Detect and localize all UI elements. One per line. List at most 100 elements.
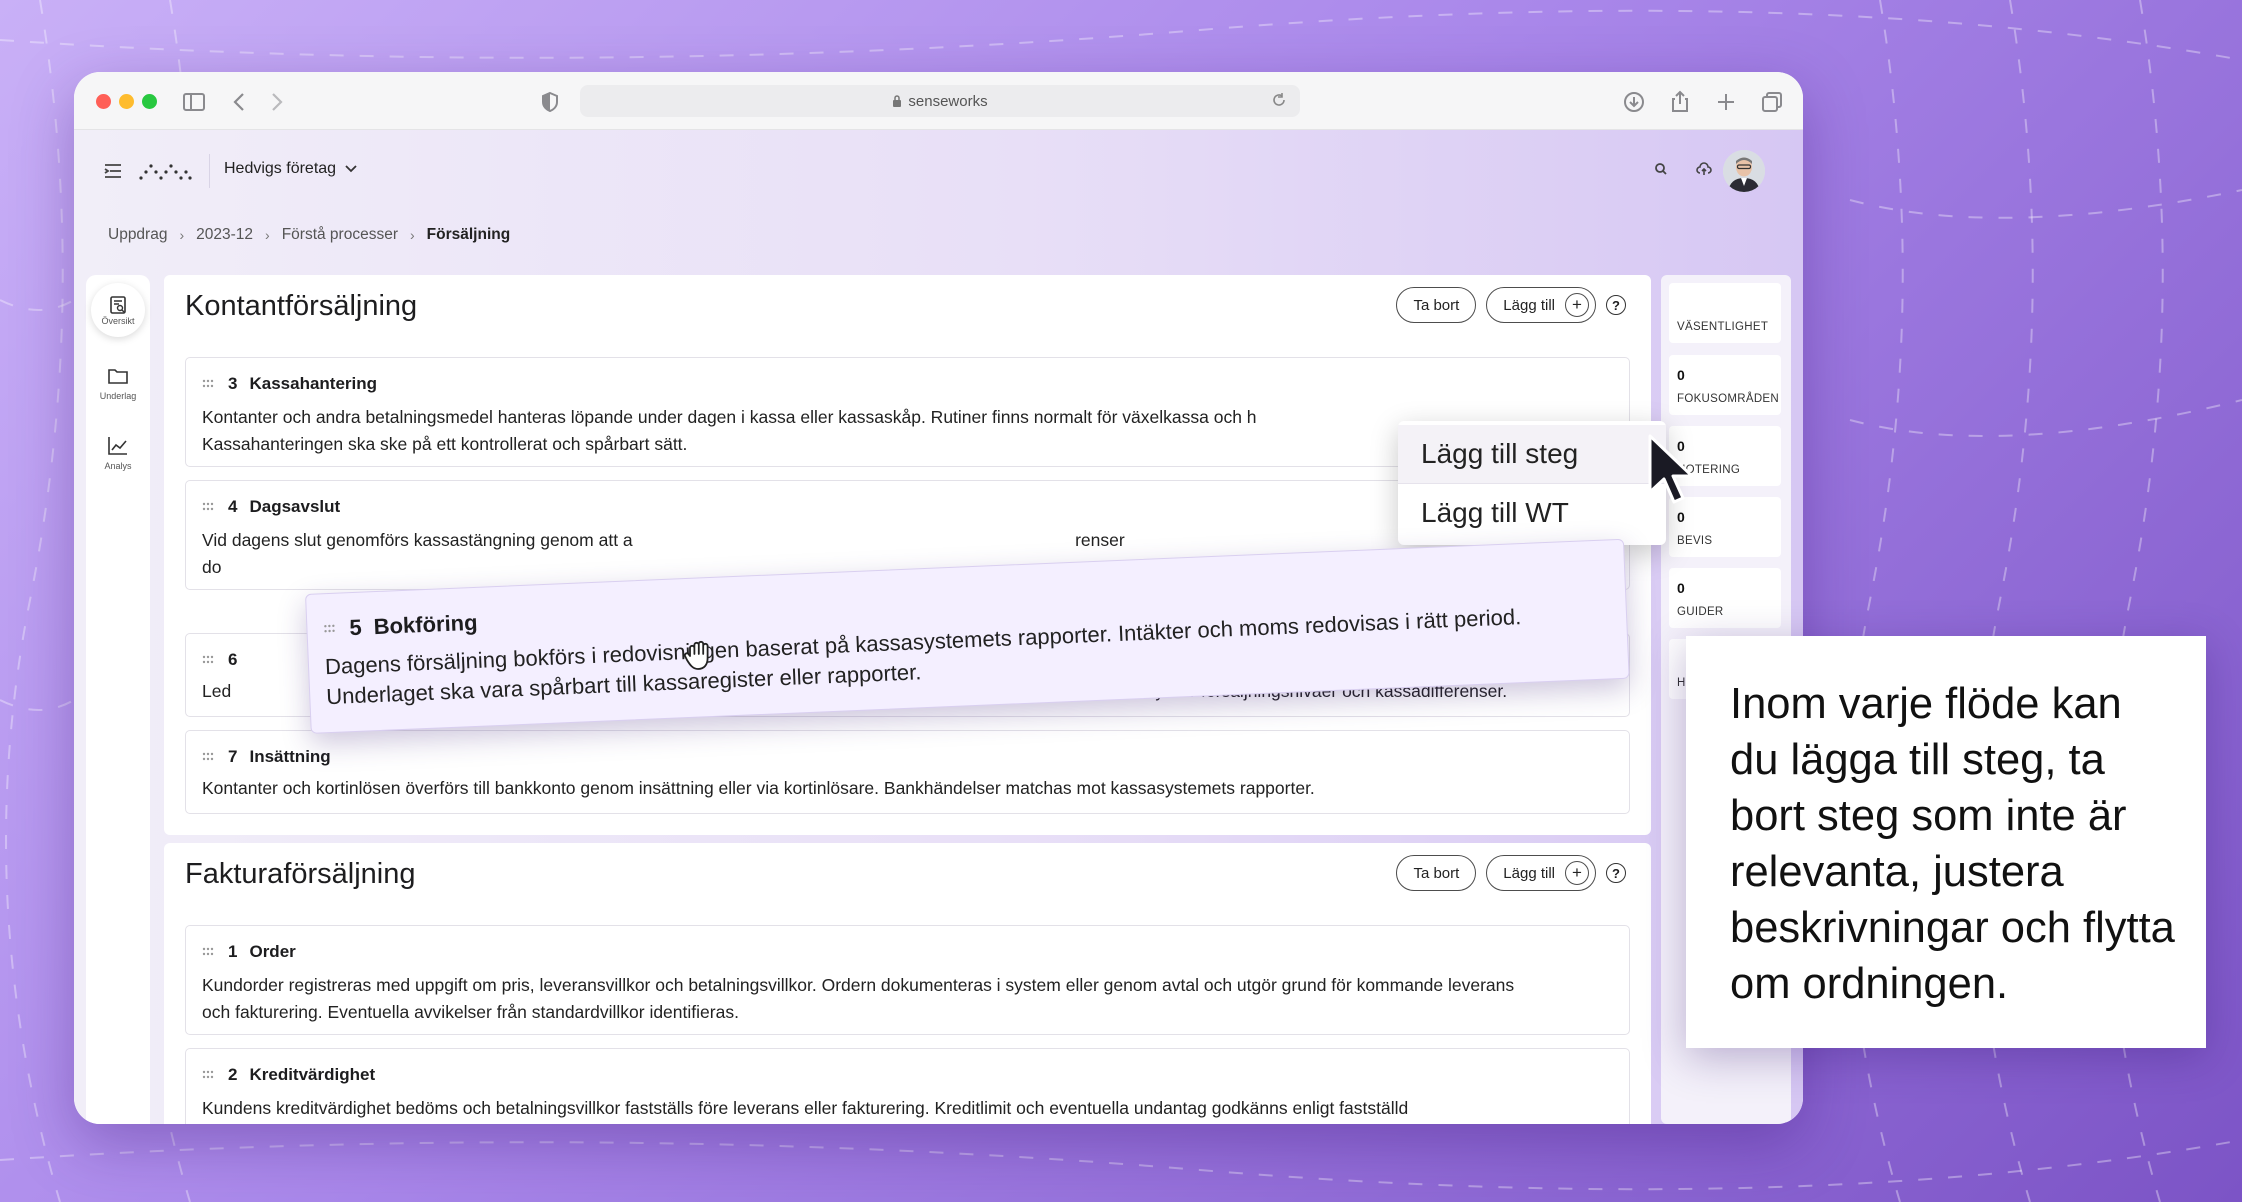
breadcrumb-separator-icon: › <box>265 227 270 243</box>
nav-label-oversikt: Översikt <box>101 316 135 326</box>
stat-label: FOKUSOMRÅDEN <box>1677 393 1779 405</box>
step-card[interactable]: 7 Insättning Kontanter och kortinlösen ö… <box>185 730 1630 814</box>
stat-value: 0 <box>1677 367 1685 383</box>
drag-handle-icon[interactable] <box>202 752 216 762</box>
step-card[interactable]: 1 Order Kundorder registreras med uppgif… <box>185 925 1630 1035</box>
stat-label: BEVIS <box>1677 535 1713 547</box>
sidebar-toggle-icon[interactable] <box>180 88 208 116</box>
section-actions: Ta bort Lägg till + ? <box>1396 855 1626 891</box>
help-icon[interactable]: ? <box>1606 863 1626 883</box>
section-title: Fakturaförsäljning <box>185 858 416 890</box>
step-description[interactable]: Kontanter och kortinlösen överförs till … <box>202 775 1612 802</box>
menu-item-add-step[interactable]: Lägg till steg <box>1398 425 1666 483</box>
breadcrumb-processes[interactable]: Förstå processer <box>282 226 398 244</box>
browser-window: senseworks Hedvigs företag Uppdrag › 202… <box>74 72 1803 1124</box>
add-button[interactable]: Lägg till + <box>1486 287 1596 323</box>
step-title: Dagsavslut <box>249 497 341 516</box>
step-header: 2 Kreditvärdighet <box>202 1065 375 1085</box>
topbar-divider <box>209 154 210 188</box>
share-icon[interactable] <box>1666 88 1694 116</box>
breadcrumb-uppdrag[interactable]: Uppdrag <box>108 226 167 244</box>
step-number: 5 <box>348 614 363 641</box>
breadcrumb: Uppdrag › 2023-12 › Förstå processer › F… <box>108 226 510 244</box>
step-title: Bokföring <box>373 609 479 640</box>
step-number: 7 <box>228 747 238 766</box>
step-title: Insättning <box>249 747 331 766</box>
callout-text: Inom varje flöde kan du lägga till steg,… <box>1730 680 2175 1008</box>
drag-handle-icon[interactable] <box>202 655 216 665</box>
drag-handle-icon[interactable] <box>202 947 216 957</box>
step-header: 4 Dagsavslut <box>202 497 340 517</box>
section-fakturaforsaljning: Fakturaförsäljning Ta bort Lägg till + ? … <box>164 843 1651 1124</box>
drag-handle-icon[interactable] <box>202 502 216 512</box>
stat-guider[interactable]: 0 GUIDER <box>1669 568 1781 628</box>
tabs-overview-icon[interactable] <box>1758 88 1786 116</box>
browser-toolbar: senseworks <box>74 72 1803 130</box>
remove-button[interactable]: Ta bort <box>1396 287 1477 323</box>
brand-logo[interactable] <box>138 160 192 182</box>
user-avatar[interactable] <box>1723 150 1765 192</box>
maximize-window-button[interactable] <box>142 94 157 109</box>
step-description[interactable]: Kundorder registreras med uppgift om pri… <box>202 972 1612 1026</box>
minimize-window-button[interactable] <box>119 94 134 109</box>
forward-icon[interactable] <box>262 88 290 116</box>
help-icon[interactable]: ? <box>1606 295 1626 315</box>
step-title: Kassahantering <box>249 374 378 393</box>
step-header: 3 Kassahantering <box>202 374 377 394</box>
download-icon[interactable] <box>1620 88 1648 116</box>
company-selector[interactable]: Hedvigs företag <box>224 160 358 178</box>
stat-vasentlighet[interactable]: VÄSENTLIGHET <box>1669 283 1781 343</box>
drag-handle-icon[interactable] <box>202 379 216 389</box>
app-topbar: Hedvigs företag <box>74 130 1803 210</box>
nav-label-analys: Analys <box>104 461 132 471</box>
info-callout: Inom varje flöde kan du lägga till steg,… <box>1686 636 2206 1048</box>
step-card[interactable]: 2 Kreditvärdighet Kundens kreditvärdighe… <box>185 1048 1630 1124</box>
left-navigation: Översikt Underlag Analys <box>86 275 150 1124</box>
nav-item-oversikt[interactable]: Översikt <box>86 283 150 337</box>
step-number: 6 <box>228 650 238 669</box>
step-description[interactable]: Kundens kreditvärdighet bedöms och betal… <box>202 1095 1612 1122</box>
back-icon[interactable] <box>226 88 254 116</box>
step-number: 1 <box>228 942 238 961</box>
stat-fokusomraden[interactable]: 0 FOKUSOMRÅDEN <box>1669 355 1781 415</box>
nav-label-underlag: Underlag <box>99 391 137 401</box>
stat-label: GUIDER <box>1677 606 1724 618</box>
nav-item-underlag[interactable]: Underlag <box>86 363 150 401</box>
cloud-upload-icon[interactable] <box>1695 160 1713 178</box>
close-window-button[interactable] <box>96 94 111 109</box>
drag-handle-icon[interactable] <box>202 1070 216 1080</box>
folder-icon <box>108 369 128 384</box>
add-dropdown-menu: Lägg till steg Lägg till WT <box>1398 421 1666 545</box>
add-button[interactable]: Lägg till + <box>1486 855 1596 891</box>
section-actions: Ta bort Lägg till + ? <box>1396 287 1626 323</box>
breadcrumb-separator-icon: › <box>179 227 185 243</box>
drag-handle-icon[interactable] <box>323 624 337 635</box>
remove-button[interactable]: Ta bort <box>1396 855 1477 891</box>
menu-item-add-wt[interactable]: Lägg till WT <box>1398 483 1666 541</box>
new-tab-icon[interactable] <box>1712 88 1740 116</box>
reload-icon[interactable] <box>1270 91 1288 109</box>
menu-icon[interactable] <box>102 160 124 182</box>
step-number: 4 <box>228 497 238 516</box>
person-avatar-icon <box>1723 150 1765 192</box>
remove-label: Ta bort <box>1413 296 1460 314</box>
breadcrumb-period[interactable]: 2023-12 <box>196 226 253 244</box>
breadcrumb-separator-icon: › <box>410 227 415 243</box>
mouse-pointer-icon <box>1648 434 1694 504</box>
plus-icon: + <box>1565 293 1589 317</box>
chart-icon <box>108 437 127 455</box>
address-bar[interactable]: senseworks <box>580 85 1300 117</box>
search-icon[interactable] <box>1652 160 1670 178</box>
add-label: Lägg till <box>1503 296 1555 314</box>
section-title: Kontantförsäljning <box>185 290 418 322</box>
grab-hand-icon <box>684 640 709 670</box>
privacy-shield-icon[interactable] <box>536 88 564 116</box>
step-number: 2 <box>228 1065 238 1084</box>
plus-icon: + <box>1565 861 1589 885</box>
address-text: senseworks <box>908 92 988 110</box>
stat-value: 0 <box>1677 580 1685 596</box>
step-number: 3 <box>228 374 238 393</box>
lock-icon <box>893 95 902 107</box>
nav-item-analys[interactable]: Analys <box>86 433 150 471</box>
stat-label: VÄSENTLIGHET <box>1677 321 1769 333</box>
